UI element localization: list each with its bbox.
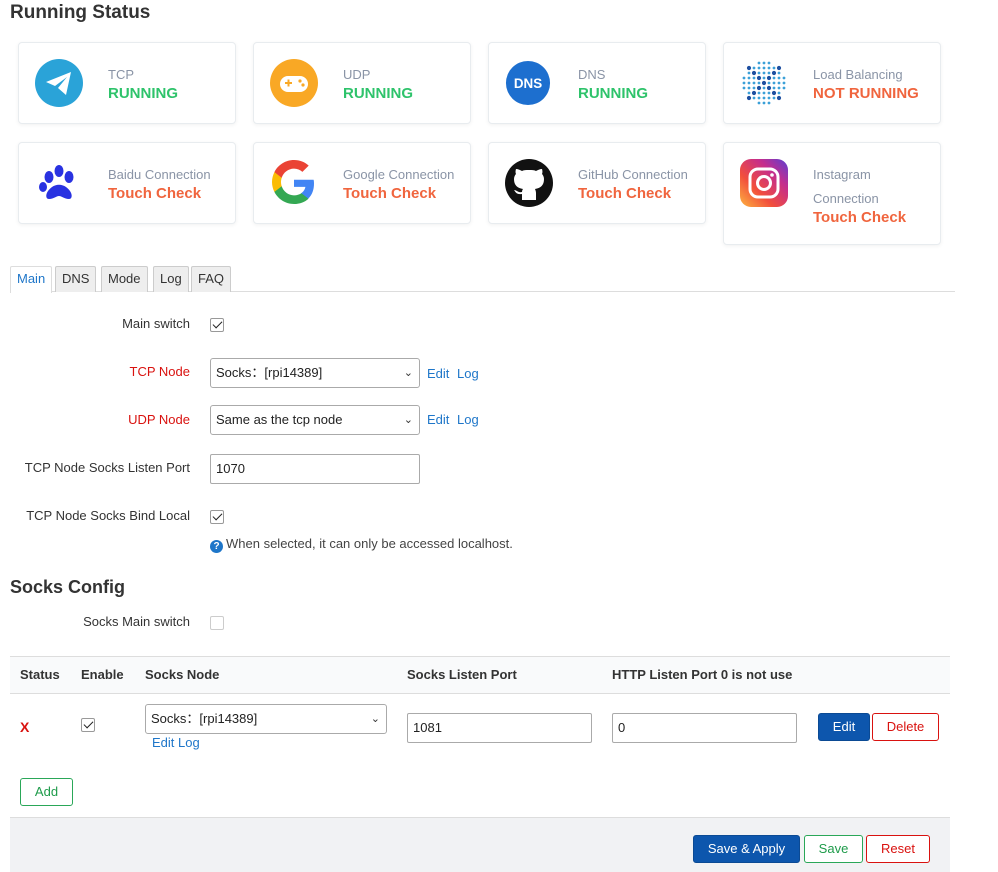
tab-faq[interactable]: FAQ [191,266,232,292]
socks-bind-local-checkbox[interactable] [210,510,224,524]
row-socks-node-select[interactable]: Socks：[rpi14389] ⌄ [145,704,387,734]
tcp-node-select[interactable]: Socks：[rpi14389] ⌄ [210,358,420,388]
baidu-touch-check[interactable]: Touch Check [108,185,201,202]
dot-grid-icon [742,61,786,105]
google-connection-label: Google Connection [343,167,455,182]
instagram-icon [740,159,788,207]
main-switch-label: Main switch [122,316,190,331]
bind-local-help: ? When selected, it can only be accessed … [210,536,513,553]
row-status-x: X [20,719,30,735]
load-balancing-label: Load Balancing [813,67,903,82]
col-socks-node: Socks Node [145,667,220,682]
github-connection-card[interactable]: GitHub Connection Touch Check [488,142,706,224]
instagram-touch-check[interactable]: Touch Check [813,209,906,226]
instagram-connection-card[interactable]: Instagram Connection Touch Check [723,142,941,245]
udp-node-value: Same as the tcp node [216,412,343,427]
udp-node-log-link[interactable]: Log [457,412,479,427]
bind-local-help-text: When selected, it can only be accessed l… [226,536,513,551]
udp-status-value: RUNNING [343,85,413,102]
row-edit-log-link[interactable]: Edit Log [152,735,200,750]
col-status: Status [20,667,60,682]
github-touch-check[interactable]: Touch Check [578,185,671,202]
row-edit-button[interactable]: Edit [818,713,870,741]
tab-dns[interactable]: DNS [55,266,97,292]
svg-text:DNS: DNS [514,76,542,91]
tcp-node-value: Socks：[rpi14389] [216,365,323,380]
google-connection-card[interactable]: Google Connection Touch Check [253,142,471,224]
gamepad-icon [270,59,318,107]
tcp-node-log-link[interactable]: Log [457,366,479,381]
socks-table-header: Status Enable Socks Node Socks Listen Po… [10,656,950,694]
load-balancing-status-value: NOT RUNNING [813,85,919,102]
dns-icon: DNS [505,60,551,106]
dns-status-value: RUNNING [578,85,648,102]
chevron-down-icon: ⌄ [370,713,380,725]
baidu-connection-label: Baidu Connection [108,167,211,182]
dns-label: DNS [578,67,606,82]
tab-bar: Main DNS Mode Log FAQ [10,266,955,293]
tcp-node-edit-link[interactable]: Edit [427,366,449,381]
udp-node-select[interactable]: Same as the tcp node ⌄ [210,405,420,435]
tcp-status-value: RUNNING [108,85,178,102]
dns-status-card: DNS DNS RUNNING [488,42,706,124]
instagram-connection-label: Instagram Connection [813,167,879,206]
baidu-connection-card[interactable]: Baidu Connection Touch Check [18,142,236,224]
row-enable-checkbox[interactable] [81,718,95,732]
socks-listen-port-input[interactable]: 1070 [210,454,420,484]
socks-bind-local-label: TCP Node Socks Bind Local [26,508,190,523]
tcp-status-card: TCP RUNNING [18,42,236,124]
save-button[interactable]: Save [804,835,863,863]
socks-listen-port-label: TCP Node Socks Listen Port [24,460,190,475]
tab-mode[interactable]: Mode [101,266,148,292]
google-touch-check[interactable]: Touch Check [343,185,436,202]
col-http-listen-port: HTTP Listen Port 0 is not use [612,667,793,682]
github-connection-label: GitHub Connection [578,167,688,182]
running-status-title: Running Status [10,2,151,23]
reset-button[interactable]: Reset [866,835,930,863]
udp-label: UDP [343,67,371,82]
col-enable: Enable [81,667,124,682]
google-icon [272,160,314,204]
udp-node-label: UDP Node [128,412,190,427]
row-socks-node-value: Socks：[rpi14389] [151,711,258,726]
tab-main[interactable]: Main [10,266,53,293]
chevron-down-icon: ⌄ [403,367,413,379]
tcp-label: TCP [108,67,134,82]
row-delete-button[interactable]: Delete [872,713,939,741]
tcp-node-label: TCP Node [129,364,190,379]
github-icon [505,159,553,207]
tab-log[interactable]: Log [153,266,189,292]
udp-node-edit-link[interactable]: Edit [427,412,449,427]
row-http-port-input[interactable]: 0 [612,713,797,743]
socks-main-switch-label: Socks Main switch [83,614,190,629]
socks-config-title: Socks Config [10,577,126,597]
udp-status-card: UDP RUNNING [253,42,471,124]
save-apply-button[interactable]: Save & Apply [693,835,800,863]
paw-icon [39,165,74,199]
row-listen-port-input[interactable]: 1081 [407,713,592,743]
add-button[interactable]: Add [20,778,73,806]
main-switch-checkbox[interactable] [210,318,224,332]
chevron-down-icon: ⌄ [403,414,413,426]
col-socks-listen-port: Socks Listen Port [407,667,517,682]
telegram-icon [35,59,83,107]
socks-main-switch-checkbox[interactable] [210,616,224,630]
load-balancing-status-card: Load Balancing NOT RUNNING [723,42,941,124]
help-icon: ? [210,540,223,553]
